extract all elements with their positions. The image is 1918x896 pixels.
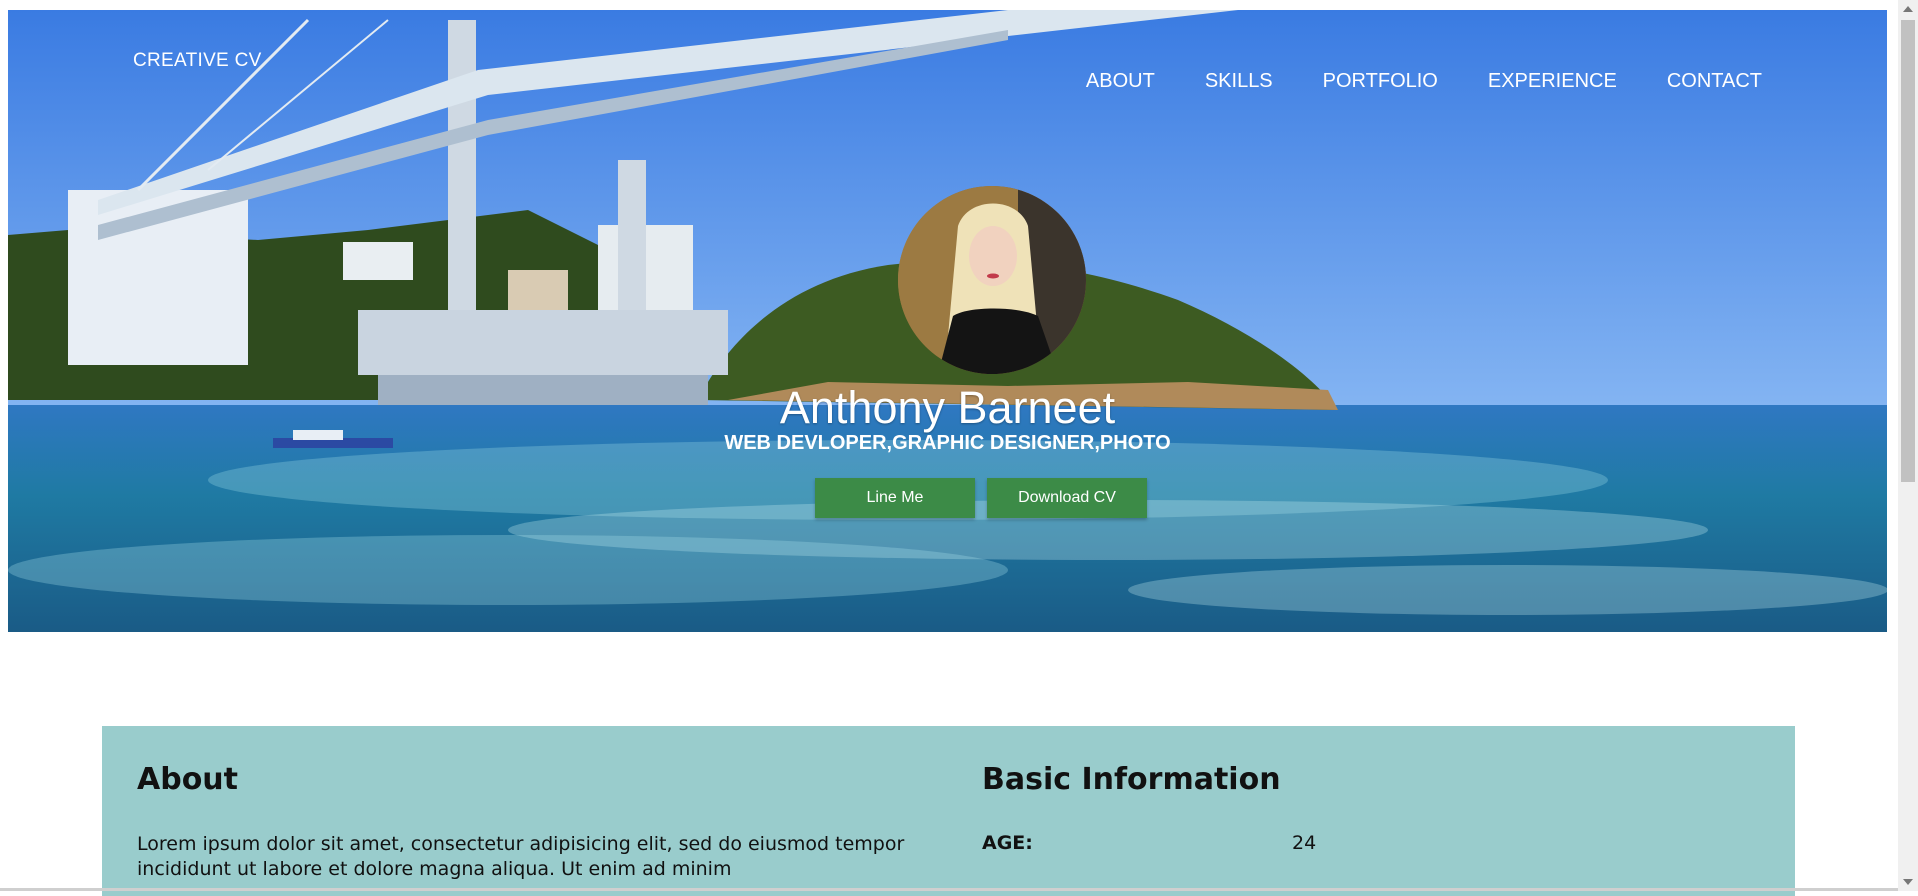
download-cv-button[interactable]: Download CV bbox=[987, 478, 1147, 518]
main-nav: ABOUT SKILLS PORTFOLIO EXPERIENCE CONTAC… bbox=[1086, 70, 1762, 93]
about-text: Lorem ipsum dolor sit amet, consectetur … bbox=[137, 833, 905, 880]
about-section: About Lorem ipsum dolor sit amet, consec… bbox=[137, 762, 907, 882]
about-heading: About bbox=[137, 762, 239, 797]
nav-item-skills[interactable]: SKILLS bbox=[1205, 70, 1273, 93]
vertical-scrollbar[interactable] bbox=[1898, 0, 1918, 891]
scroll-thumb[interactable] bbox=[1901, 20, 1915, 482]
nav-item-experience[interactable]: EXPERIENCE bbox=[1488, 70, 1617, 93]
nav-item-portfolio[interactable]: PORTFOLIO bbox=[1323, 70, 1438, 93]
info-value: 24 bbox=[1292, 832, 1317, 854]
basic-info-section: Basic Information AGE: 24 bbox=[982, 762, 1682, 854]
basic-info-heading: Basic Information bbox=[982, 762, 1281, 797]
profile-name: Anthony Barneet bbox=[779, 382, 1116, 433]
profile-avatar bbox=[898, 186, 1086, 374]
hero-actions: Line Me Download CV bbox=[815, 478, 1147, 518]
nav-item-contact[interactable]: CONTACT bbox=[1667, 70, 1762, 93]
line-me-button[interactable]: Line Me bbox=[815, 478, 975, 518]
profile-title: WEB DEVLOPER,GRAPHIC DESIGNER,PHOTO bbox=[724, 432, 1171, 454]
scroll-up-arrow-icon[interactable] bbox=[1903, 6, 1913, 12]
nav-item-about[interactable]: ABOUT bbox=[1086, 70, 1155, 93]
profile-photo bbox=[898, 186, 1086, 374]
brand-logo[interactable]: CREATIVE CV bbox=[133, 50, 262, 72]
hero-banner: CREATIVE CV ABOUT SKILLS PORTFOLIO EXPER… bbox=[8, 10, 1887, 632]
info-row-age: AGE: 24 bbox=[982, 832, 1682, 854]
scroll-down-arrow-icon[interactable] bbox=[1903, 879, 1913, 885]
about-panel: About Lorem ipsum dolor sit amet, consec… bbox=[102, 726, 1795, 896]
info-label: AGE: bbox=[982, 832, 1033, 854]
